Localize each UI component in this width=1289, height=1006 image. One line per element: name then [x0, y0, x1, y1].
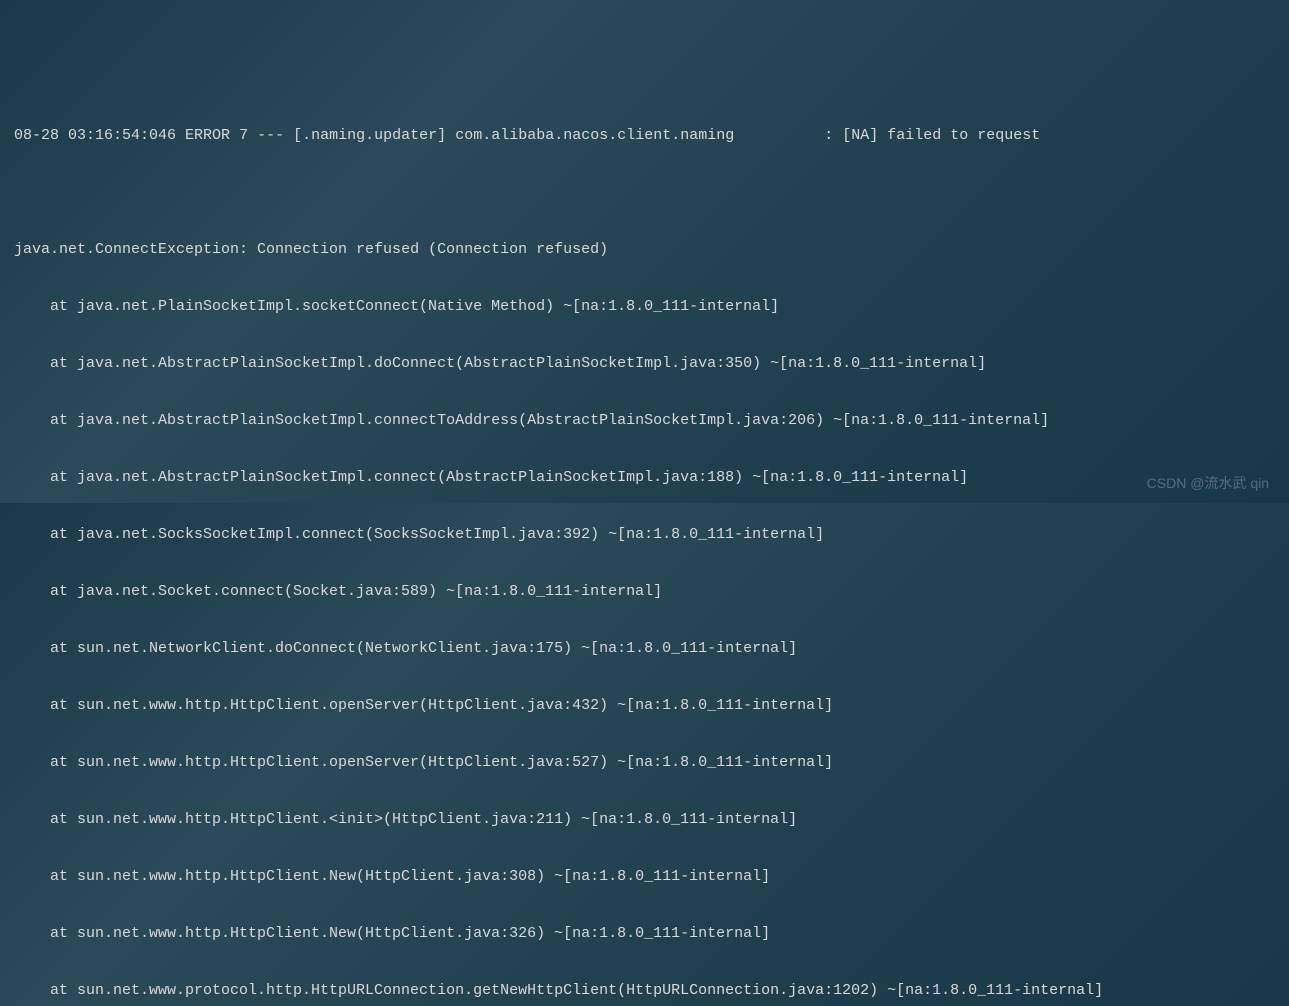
stack-frame: at sun.net.NetworkClient.doConnect(Netwo… [14, 635, 1275, 664]
log-separator: --- [257, 127, 284, 144]
log-timestamp: 08-28 03:16:54:046 [14, 127, 176, 144]
watermark-text: CSDN @流水武 qin [1147, 470, 1269, 497]
stack-frame: at java.net.AbstractPlainSocketImpl.doCo… [14, 350, 1275, 379]
stack-frame: at java.net.Socket.connect(Socket.java:5… [14, 578, 1275, 607]
stack-frame: at sun.net.www.http.HttpClient.openServe… [14, 692, 1275, 721]
stack-frame: at sun.net.www.http.HttpClient.<init>(Ht… [14, 806, 1275, 835]
stack-frame: at java.net.SocksSocketImpl.connect(Sock… [14, 521, 1275, 550]
log-level: ERROR [185, 127, 230, 144]
stack-frame: at java.net.PlainSocketImpl.socketConnec… [14, 293, 1275, 322]
stack-frame: at sun.net.www.protocol.http.HttpURLConn… [14, 977, 1275, 1006]
stack-frame: at sun.net.www.http.HttpClient.New(HttpC… [14, 863, 1275, 892]
exception-line: java.net.ConnectException: Connection re… [14, 236, 1275, 265]
stack-frame: at java.net.AbstractPlainSocketImpl.conn… [14, 407, 1275, 436]
log-logger: com.alibaba.nacos.client.naming [455, 127, 734, 144]
log-pid: 7 [239, 127, 248, 144]
log-thread: [.naming.updater] [293, 127, 446, 144]
log-header-line: 08-28 03:16:54:046 ERROR 7 --- [.naming.… [14, 122, 1275, 151]
stack-frame: at java.net.AbstractPlainSocketImpl.conn… [14, 464, 1275, 493]
stack-frame: at sun.net.www.http.HttpClient.New(HttpC… [14, 920, 1275, 949]
stack-frame: at sun.net.www.http.HttpClient.openServe… [14, 749, 1275, 778]
log-message: [NA] failed to request [842, 127, 1040, 144]
log-colon: : [824, 127, 833, 144]
blank-line [14, 179, 1275, 208]
